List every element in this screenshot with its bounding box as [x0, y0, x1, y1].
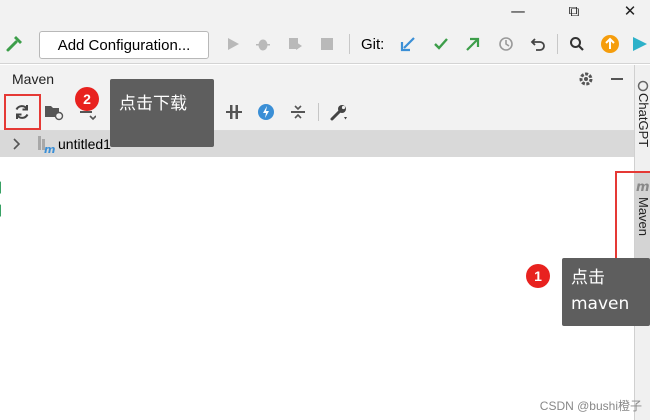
maven-project-tree-row[interactable]: m untitled1 [0, 131, 634, 157]
maven-module-icon: m [35, 133, 57, 155]
gutter-marker: ▏ [0, 183, 8, 194]
chatgpt-tool-tab[interactable]: ChatGPT [636, 93, 650, 147]
gutter-marker: ▏ [0, 206, 8, 217]
debug-icon[interactable] [252, 30, 274, 58]
generate-sources-folder-icon[interactable] [43, 101, 65, 123]
csdn-watermark: CSDN @bushi橙子 [539, 399, 642, 413]
rollback-icon[interactable] [527, 30, 549, 58]
project-name: untitled1 [58, 136, 111, 152]
minimize-button[interactable]: — [498, 0, 538, 22]
git-update-icon[interactable] [397, 30, 419, 58]
toggle-offline-mode-icon[interactable] [223, 101, 245, 123]
maven-panel-title: Maven [12, 71, 55, 87]
maven-toolbar-separator [318, 103, 319, 121]
maven-tooltip: 点击 maven [562, 258, 650, 326]
maven-projects-content-area [0, 157, 634, 420]
restore-button[interactable]: ⧉ [554, 0, 594, 22]
maven-tab-highlight-box [615, 171, 650, 264]
hide-panel-icon[interactable] [606, 68, 628, 90]
window-title-bar: — ⧉ ✕ [0, 0, 650, 24]
git-label: Git: [361, 36, 385, 53]
download-tooltip-text: 点击下载 [119, 94, 187, 114]
build-hammer-icon[interactable] [3, 30, 27, 58]
step-badge-2: 2 [75, 87, 99, 111]
add-configuration-button[interactable]: Add Configuration... [39, 31, 209, 59]
download-tooltip: 点击下载 [110, 79, 214, 147]
gear-icon[interactable] [575, 68, 597, 90]
maven-panel-header: Maven [0, 65, 634, 93]
step-badge-1: 1 [526, 264, 550, 288]
maven-settings-wrench-icon[interactable] [328, 101, 350, 123]
maven-tooltip-line-1: 点击 [571, 268, 605, 288]
reload-highlight-box [4, 94, 41, 130]
toolbar-separator [349, 34, 350, 54]
search-icon[interactable] [566, 30, 588, 58]
update-available-icon[interactable] [599, 30, 621, 58]
coverage-icon[interactable] [284, 30, 306, 58]
run-icon[interactable] [222, 30, 244, 58]
plugin-logo-icon[interactable] [630, 30, 650, 58]
chevron-right-icon[interactable] [8, 133, 26, 155]
skip-tests-icon[interactable] [255, 101, 277, 123]
close-button[interactable]: ✕ [610, 0, 650, 22]
main-toolbar: Add Configuration... Git: [0, 24, 650, 64]
history-clock-icon[interactable] [495, 30, 517, 58]
stop-icon[interactable] [316, 30, 338, 58]
svg-text:m: m [44, 143, 55, 154]
git-push-icon[interactable] [462, 30, 484, 58]
maven-tooltip-line-2: maven [571, 294, 630, 314]
toolbar-separator [557, 34, 558, 54]
show-dependencies-icon[interactable] [287, 101, 309, 123]
git-commit-icon[interactable] [430, 30, 452, 58]
